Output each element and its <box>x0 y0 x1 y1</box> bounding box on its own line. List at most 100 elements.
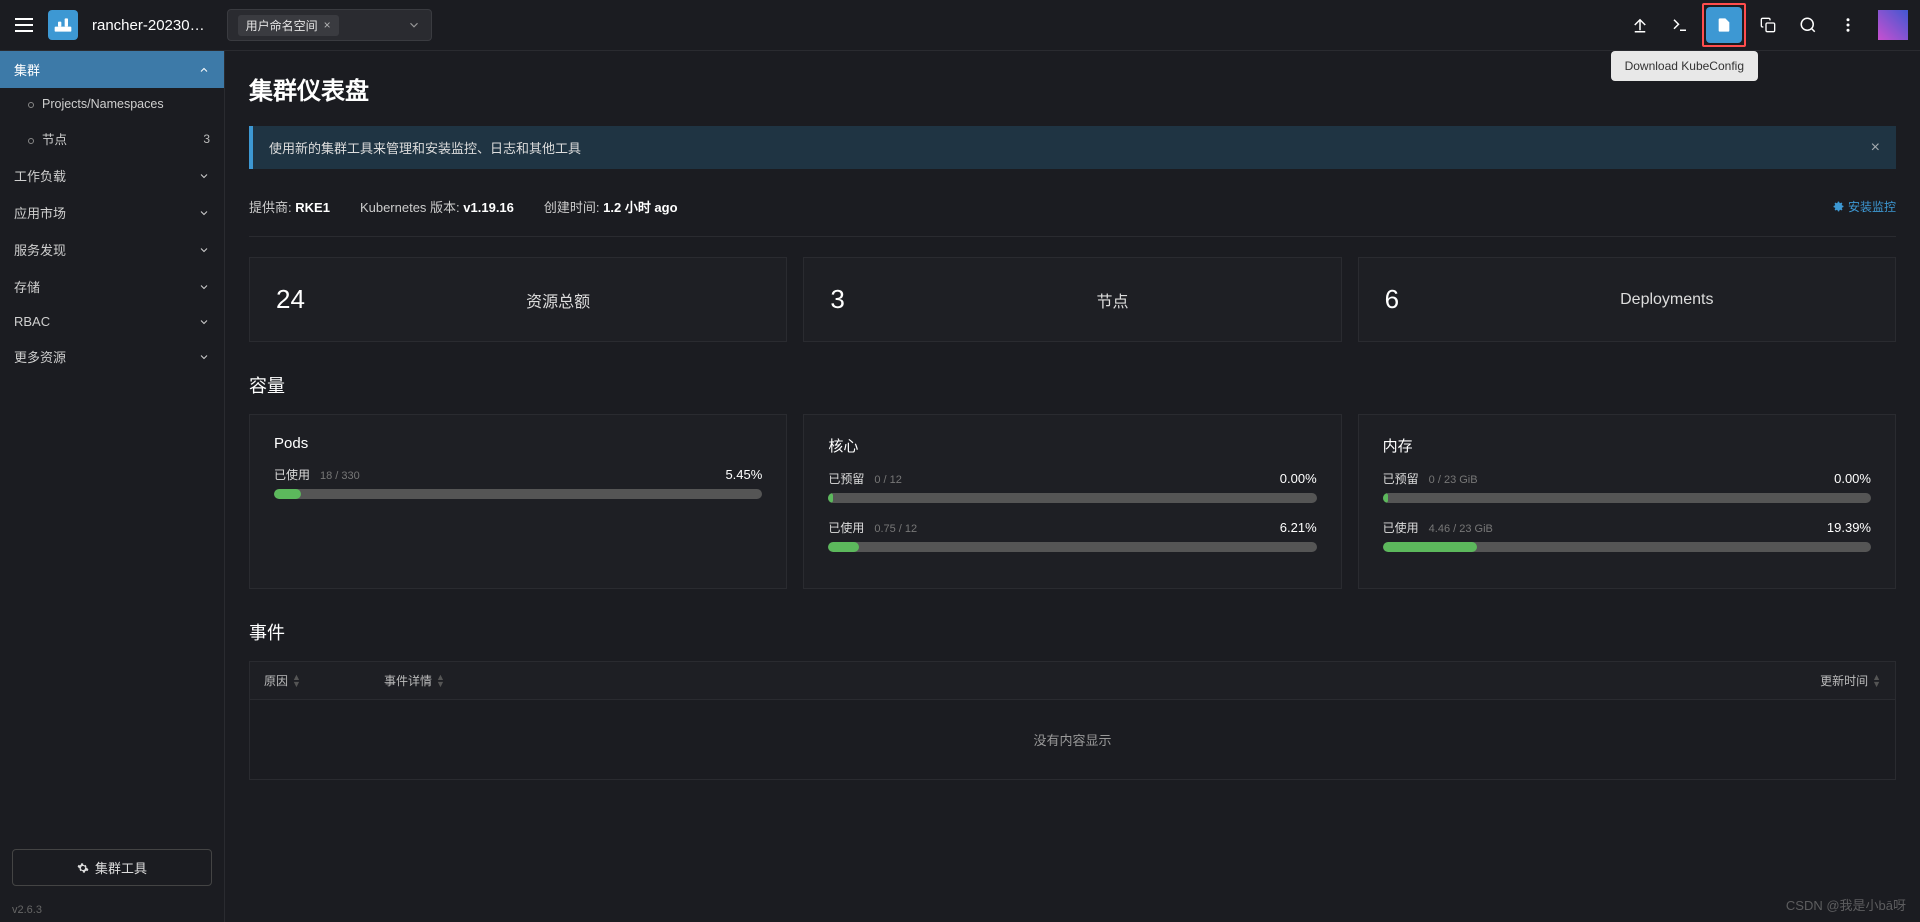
sidebar-item-label: 节点 <box>42 133 67 147</box>
capacity-metric: 已使用 0.75 / 12 6.21% <box>828 519 1316 552</box>
capacity-metric: 已预留 0 / 12 0.00% <box>828 470 1316 503</box>
stat-card[interactable]: 6Deployments <box>1358 257 1896 342</box>
progress-bar <box>828 542 1316 552</box>
banner-close-button[interactable]: × <box>1871 139 1880 157</box>
sidebar-item-label: Projects/Namespaces <box>42 97 164 111</box>
created-value: 1.2 小时 ago <box>603 200 677 215</box>
chevron-down-icon <box>198 244 210 256</box>
more-actions-button[interactable] <box>1830 7 1866 43</box>
capacity-section-title: 容量 <box>249 372 1896 398</box>
sort-icon: ▲▼ <box>1872 674 1881 687</box>
search-button[interactable] <box>1790 7 1826 43</box>
watermark: CSDN @我是小bā呀 <box>1786 895 1906 914</box>
stat-number: 3 <box>830 284 910 315</box>
capacity-card: 核心 已预留 0 / 12 0.00% 已使用 0.75 / 12 6.21% <box>803 414 1341 589</box>
download-kubeconfig-button[interactable] <box>1706 7 1742 43</box>
sidebar-item-service-discovery[interactable]: 服务发现 <box>0 231 224 268</box>
sort-icon: ▲▼ <box>436 674 445 687</box>
progress-bar <box>274 489 762 499</box>
metric-detail: 18 / 330 <box>320 470 360 482</box>
provider-value: RKE1 <box>295 200 330 215</box>
sidebar-item-label: 工作负载 <box>14 166 66 185</box>
stat-number: 24 <box>276 284 356 315</box>
events-empty-text: 没有内容显示 <box>250 700 1895 779</box>
user-avatar[interactable] <box>1878 10 1908 40</box>
metric-label: 已使用 <box>828 519 864 536</box>
events-section-title: 事件 <box>249 619 1896 645</box>
metric-percent: 6.21% <box>1280 520 1317 535</box>
namespace-tag-remove[interactable]: × <box>324 18 331 32</box>
stat-label: Deployments <box>1465 291 1869 309</box>
stat-card[interactable]: 24资源总额 <box>249 257 787 342</box>
created-label: 创建时间: <box>544 200 600 215</box>
k8s-version-label: Kubernetes 版本: <box>360 200 460 215</box>
metric-label: 已预留 <box>1383 470 1419 487</box>
chevron-down-icon <box>198 170 210 182</box>
cluster-info-row: 提供商: RKE1 Kubernetes 版本: v1.19.16 创建时间: … <box>249 189 1896 237</box>
metric-percent: 0.00% <box>1834 471 1871 486</box>
chevron-down-icon <box>198 316 210 328</box>
metric-percent: 5.45% <box>725 467 762 482</box>
topbar-left: rancher-20230… 用户命名空间 × <box>12 9 432 41</box>
chevron-down-icon <box>198 207 210 219</box>
events-table: 原因▲▼ 事件详情▲▼ 更新时间▲▼ 没有内容显示 <box>249 661 1896 780</box>
capacity-card-title: 核心 <box>828 435 1316 456</box>
sidebar-item-cluster[interactable]: 集群 <box>0 51 224 88</box>
metric-label: 已预留 <box>828 470 864 487</box>
menu-toggle-button[interactable] <box>12 13 36 37</box>
namespace-selector[interactable]: 用户命名空间 × <box>227 9 432 41</box>
sidebar-item-label: 存储 <box>14 277 40 296</box>
events-col-updated[interactable]: 更新时间▲▼ <box>1781 672 1881 689</box>
stat-label: 节点 <box>910 288 1314 312</box>
progress-bar <box>1383 493 1871 503</box>
sidebar-item-apps[interactable]: 应用市场 <box>0 194 224 231</box>
capacity-cards-row: Pods 已使用 18 / 330 5.45% 核心 已预留 0 / 12 0.… <box>249 414 1896 589</box>
cluster-tools-button[interactable]: 集群工具 <box>12 849 212 886</box>
progress-bar <box>828 493 1316 503</box>
gear-icon <box>77 862 89 874</box>
events-col-reason[interactable]: 原因▲▼ <box>264 672 384 689</box>
sidebar-item-more-resources[interactable]: 更多资源 <box>0 338 224 375</box>
sidebar-item-label: RBAC <box>14 314 50 329</box>
chevron-down-icon <box>407 18 421 32</box>
events-table-header: 原因▲▼ 事件详情▲▼ 更新时间▲▼ <box>250 662 1895 700</box>
sidebar-item-count: 3 <box>203 132 210 146</box>
metric-label: 已使用 <box>1383 519 1419 536</box>
provider-label: 提供商: <box>249 200 292 215</box>
install-monitoring-link[interactable]: 安装监控 <box>1833 198 1896 215</box>
sidebar-item-nodes[interactable]: 节点 3 <box>0 120 224 157</box>
copy-kubeconfig-button[interactable] <box>1750 7 1786 43</box>
topbar-right: Download KubeConfig <box>1622 3 1908 47</box>
kubectl-shell-button[interactable] <box>1662 7 1698 43</box>
import-yaml-button[interactable] <box>1622 7 1658 43</box>
sidebar-item-storage[interactable]: 存储 <box>0 268 224 305</box>
info-banner: 使用新的集群工具来管理和安装监控、日志和其他工具 × <box>249 126 1896 169</box>
banner-text: 使用新的集群工具来管理和安装监控、日志和其他工具 <box>269 138 581 157</box>
metric-detail: 4.46 / 23 GiB <box>1429 523 1493 535</box>
sidebar-item-label: 应用市场 <box>14 203 66 222</box>
k8s-version-value: v1.19.16 <box>463 200 514 215</box>
metric-label: 已使用 <box>274 466 310 483</box>
metric-detail: 0.75 / 12 <box>874 523 917 535</box>
capacity-card: Pods 已使用 18 / 330 5.45% <box>249 414 787 589</box>
install-monitoring-label: 安装监控 <box>1848 198 1896 215</box>
metric-percent: 19.39% <box>1827 520 1871 535</box>
namespace-tag-label: 用户命名空间 <box>246 17 318 34</box>
stat-label: 资源总额 <box>356 288 760 312</box>
events-col-message[interactable]: 事件详情▲▼ <box>384 672 1781 689</box>
download-kubeconfig-tooltip: Download KubeConfig <box>1611 51 1758 81</box>
progress-bar-fill <box>1383 542 1478 552</box>
cluster-tools-label: 集群工具 <box>95 858 147 877</box>
sidebar-item-workload[interactable]: 工作负载 <box>0 157 224 194</box>
top-bar: rancher-20230… 用户命名空间 × <box>0 0 1920 51</box>
cluster-name[interactable]: rancher-20230… <box>92 17 205 34</box>
capacity-card: 内存 已预留 0 / 23 GiB 0.00% 已使用 4.46 / 23 Gi… <box>1358 414 1896 589</box>
stat-card[interactable]: 3节点 <box>803 257 1341 342</box>
capacity-metric: 已预留 0 / 23 GiB 0.00% <box>1383 470 1871 503</box>
stat-number: 6 <box>1385 284 1465 315</box>
download-kubeconfig-highlight <box>1702 3 1746 47</box>
sidebar-item-rbac[interactable]: RBAC <box>0 305 224 338</box>
gear-icon <box>1833 201 1844 212</box>
rancher-logo-icon[interactable] <box>48 10 78 40</box>
sidebar-item-projects-namespaces[interactable]: Projects/Namespaces <box>0 88 224 120</box>
